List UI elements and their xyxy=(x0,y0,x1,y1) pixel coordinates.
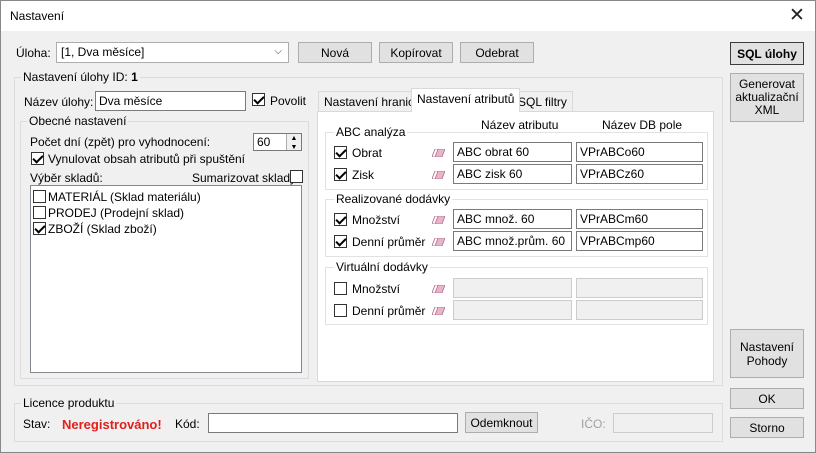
license-status-label: Stav: xyxy=(23,417,51,431)
license-code-input[interactable] xyxy=(208,413,458,433)
enable-checkbox[interactable] xyxy=(252,93,265,106)
eraser-icon[interactable] xyxy=(432,238,445,246)
days-spin-buttons[interactable]: ▲ ▼ xyxy=(286,134,301,150)
license-status-value: Neregistrováno! xyxy=(62,417,162,432)
virtual-average-checkbox[interactable] xyxy=(334,304,347,317)
realized-deliveries-title: Realizované dodávky xyxy=(334,192,453,206)
task-name-input[interactable]: Dva měsíce xyxy=(95,91,246,111)
col-db-name: Název DB pole xyxy=(602,118,683,132)
stores-label: Výběr skladů: xyxy=(30,171,103,185)
days-label: Počet dní (zpět) pro vyhodnocení: xyxy=(30,135,211,149)
ico-label: IČO: xyxy=(581,417,606,431)
days-value: 60 xyxy=(257,135,271,149)
eraser-icon[interactable] xyxy=(432,171,445,179)
abc-analysis-title: ABC analýza xyxy=(334,125,408,139)
task-select-value: [1, Dva měsíce] xyxy=(61,45,145,59)
window-title: Nastavení xyxy=(10,9,65,23)
realized-quantity-attr-input[interactable]: ABC množ. 60 xyxy=(453,209,572,229)
eraser-icon[interactable] xyxy=(432,307,445,315)
eraser-icon[interactable] xyxy=(432,216,445,224)
profit-db-input[interactable]: VPrABCz60 xyxy=(576,164,703,184)
spin-down-icon[interactable]: ▼ xyxy=(287,143,301,150)
summarize-label: Sumarizovat sklady xyxy=(192,171,297,185)
license-title: Licence produktu xyxy=(21,396,117,410)
settings-window: Nastavení ✕ Úloha: [1, Dva měsíce] ⌵ Nov… xyxy=(0,0,816,453)
realized-quantity-checkbox[interactable] xyxy=(334,213,347,226)
close-icon[interactable]: ✕ xyxy=(785,4,809,28)
stores-list[interactable]: MATERIÁL (Sklad materiálu) PRODEJ (Prode… xyxy=(30,185,302,373)
turnover-db-input[interactable]: VPrABCo60 xyxy=(576,142,703,162)
days-spinner[interactable]: 60 ▲ ▼ xyxy=(253,133,302,151)
store-checkbox[interactable] xyxy=(33,190,46,203)
virtual-quantity-checkbox[interactable] xyxy=(334,282,347,295)
list-item[interactable]: MATERIÁL (Sklad materiálu) xyxy=(33,189,298,205)
copy-task-button[interactable]: Kopírovat xyxy=(379,42,453,63)
realized-average-attr-input[interactable]: ABC množ.prům. 60 xyxy=(453,231,572,251)
turnover-checkbox[interactable] xyxy=(334,146,347,159)
task-settings-title: Nastavení úlohy ID: 1 xyxy=(21,70,140,84)
title-bar: Nastavení ✕ xyxy=(1,1,815,31)
realized-average-checkbox[interactable] xyxy=(334,235,347,248)
eraser-icon[interactable] xyxy=(432,149,445,157)
virtual-deliveries-title: Virtuální dodávky xyxy=(334,260,430,274)
tab-boundaries[interactable]: Nastavení hranic xyxy=(318,91,421,112)
col-attr-name: Název atributu xyxy=(481,118,559,132)
sql-task-button[interactable]: SQL úlohy xyxy=(730,42,804,65)
store-label: MATERIÁL (Sklad materiálu) xyxy=(48,190,201,204)
store-checkbox[interactable] xyxy=(33,222,46,235)
list-item[interactable]: ZBOŽÍ (Sklad zboží) xyxy=(33,221,298,237)
generate-xml-button[interactable]: Generovat aktualizační XML xyxy=(730,73,804,122)
spin-up-icon[interactable]: ▲ xyxy=(287,134,301,143)
virtual-quantity-db-input xyxy=(576,278,703,298)
virtual-average-attr-input xyxy=(453,300,572,320)
attributes-tab-panel: Název atributu Název DB pole ABC analýza… xyxy=(317,111,714,382)
task-select[interactable]: [1, Dva měsíce] ⌵ xyxy=(56,42,289,63)
reset-attributes-label: Vynulovat obsah atributů při spuštění xyxy=(48,152,246,166)
realized-average-label: Denní průměr xyxy=(352,235,426,249)
profit-attr-input[interactable]: ABC zisk 60 xyxy=(453,164,572,184)
unlock-button[interactable]: Odemknout xyxy=(465,412,538,433)
tab-sql-filters[interactable]: SQL filtry xyxy=(512,91,573,112)
pohoda-settings-button[interactable]: Nastavení Pohody xyxy=(730,329,804,378)
turnover-attr-input[interactable]: ABC obrat 60 xyxy=(453,142,572,162)
enable-label: Povolit xyxy=(270,94,307,108)
profit-label: Zisk xyxy=(352,168,374,182)
task-name-label: Název úlohy: xyxy=(24,95,94,109)
cancel-button[interactable]: Storno xyxy=(730,417,804,438)
store-label: ZBOŽÍ (Sklad zboží) xyxy=(48,222,157,236)
store-label: PRODEJ (Prodejní sklad) xyxy=(48,206,185,220)
list-item[interactable]: PRODEJ (Prodejní sklad) xyxy=(33,205,298,221)
task-id-value: 1 xyxy=(131,70,138,84)
store-checkbox[interactable] xyxy=(33,206,46,219)
task-id-label: Nastavení úlohy ID: xyxy=(23,70,128,84)
chevron-down-icon: ⌵ xyxy=(274,46,282,57)
virtual-quantity-attr-input xyxy=(453,278,572,298)
virtual-average-label: Denní průměr xyxy=(352,304,426,318)
tab-attributes[interactable]: Nastavení atributů xyxy=(411,88,521,112)
realized-average-db-input[interactable]: VPrABCmp60 xyxy=(576,231,703,251)
turnover-label: Obrat xyxy=(352,146,383,160)
reset-attributes-checkbox[interactable] xyxy=(31,152,44,165)
delete-task-button[interactable]: Odebrat xyxy=(460,42,534,63)
virtual-quantity-label: Množství xyxy=(352,282,401,296)
new-task-button[interactable]: Nová xyxy=(298,42,372,63)
ico-input xyxy=(613,413,713,433)
eraser-icon[interactable] xyxy=(432,285,445,293)
realized-quantity-label: Množství xyxy=(352,213,401,227)
summarize-checkbox[interactable] xyxy=(290,170,303,183)
task-label: Úloha: xyxy=(16,46,51,60)
realized-quantity-db-input[interactable]: VPrABCm60 xyxy=(576,209,703,229)
profit-checkbox[interactable] xyxy=(334,168,347,181)
general-settings-title: Obecné nastavení xyxy=(27,114,129,128)
license-code-label: Kód: xyxy=(175,417,200,431)
virtual-average-db-input xyxy=(576,300,703,320)
ok-button[interactable]: OK xyxy=(730,388,804,409)
